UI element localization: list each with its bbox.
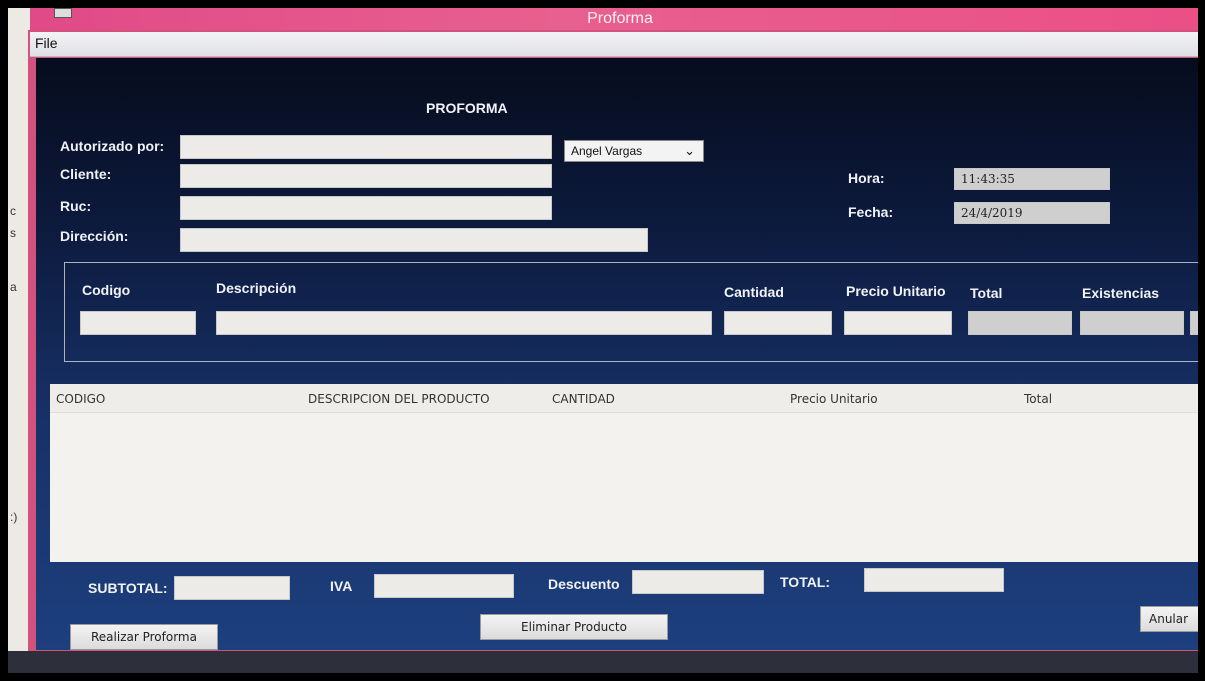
cantidad-label: Cantidad [724, 284, 784, 300]
total-detail-field [968, 311, 1072, 335]
total-field [864, 568, 1004, 592]
descuento-label: Descuento [548, 576, 620, 592]
photo-frame: c s a :) Proforma File PROFORMA Autoriza… [8, 8, 1198, 673]
codigo-label: Codigo [82, 282, 131, 298]
eliminar-producto-button[interactable]: Eliminar Producto [480, 614, 668, 640]
products-table[interactable]: CODIGO DESCRIPCION DEL PRODUCTO CANTIDAD… [50, 384, 1198, 562]
column-header-descripcion[interactable]: DESCRIPCION DEL PRODUCTO [308, 392, 490, 406]
precio-unitario-input[interactable] [844, 311, 952, 335]
existencias-label: Existencias [1082, 285, 1160, 301]
chevron-down-icon: ⌄ [684, 143, 695, 158]
table-header: CODIGO DESCRIPCION DEL PRODUCTO CANTIDAD… [50, 384, 1198, 413]
direccion-label: Dirección: [60, 228, 129, 244]
anular-proforma-button[interactable]: Anular Pro [1140, 606, 1198, 632]
proforma-window: File PROFORMA Autorizado por: Angel Varg… [28, 30, 1198, 660]
column-header-codigo[interactable]: CODIGO [56, 392, 105, 406]
codigo-input[interactable] [80, 311, 196, 335]
direccion-input[interactable] [180, 228, 648, 252]
background-text-fragment: :) [10, 510, 18, 524]
hora-field: 11:43:35 [954, 168, 1110, 190]
hora-label: Hora: [848, 170, 885, 186]
ruc-label: Ruc: [60, 198, 92, 214]
fecha-field: 24/4/2019 [954, 202, 1110, 224]
precio-unitario-label: Precio Unitario [846, 283, 946, 299]
background-text-fragment: c [10, 204, 16, 218]
cliente-label: Cliente: [60, 166, 112, 182]
column-header-total[interactable]: Total [1024, 392, 1052, 406]
column-header-cantidad[interactable]: CANTIDAD [552, 392, 615, 406]
form-panel: PROFORMA Autorizado por: Angel Vargas ⌄ … [36, 58, 1198, 650]
background-text-fragment: a [10, 280, 17, 294]
extra-detail-field [1190, 311, 1198, 335]
realizar-proforma-button[interactable]: Realizar Proforma [70, 624, 218, 650]
autorizado-label: Autorizado por: [60, 138, 165, 154]
iva-field [374, 574, 514, 598]
menu-file[interactable]: File [35, 35, 58, 51]
descripcion-label: Descripción [216, 280, 297, 296]
cantidad-input[interactable] [724, 311, 832, 335]
iva-label: IVA [330, 578, 353, 594]
total-detail-label: Total [970, 285, 1003, 301]
ruc-input[interactable] [180, 196, 552, 220]
total-label: TOTAL: [780, 574, 831, 590]
menu-bar: File [30, 32, 1198, 57]
fecha-label: Fecha: [848, 204, 894, 220]
descuento-input[interactable] [632, 570, 764, 594]
window-title: Proforma [587, 10, 653, 27]
subtotal-label: SUBTOTAL: [88, 580, 168, 596]
form-heading: PROFORMA [426, 100, 508, 116]
descripcion-input[interactable] [216, 311, 712, 335]
subtotal-field [174, 576, 290, 600]
background-text-fragment: s [10, 226, 16, 240]
existencias-field [1080, 311, 1184, 335]
autorizado-input[interactable] [180, 135, 552, 159]
autorizado-select[interactable]: Angel Vargas ⌄ [564, 140, 704, 162]
cliente-input[interactable] [180, 164, 552, 188]
column-header-precio-unitario[interactable]: Precio Unitario [790, 392, 878, 406]
desktop-taskbar [8, 651, 1198, 673]
autorizado-select-value: Angel Vargas [571, 144, 643, 158]
